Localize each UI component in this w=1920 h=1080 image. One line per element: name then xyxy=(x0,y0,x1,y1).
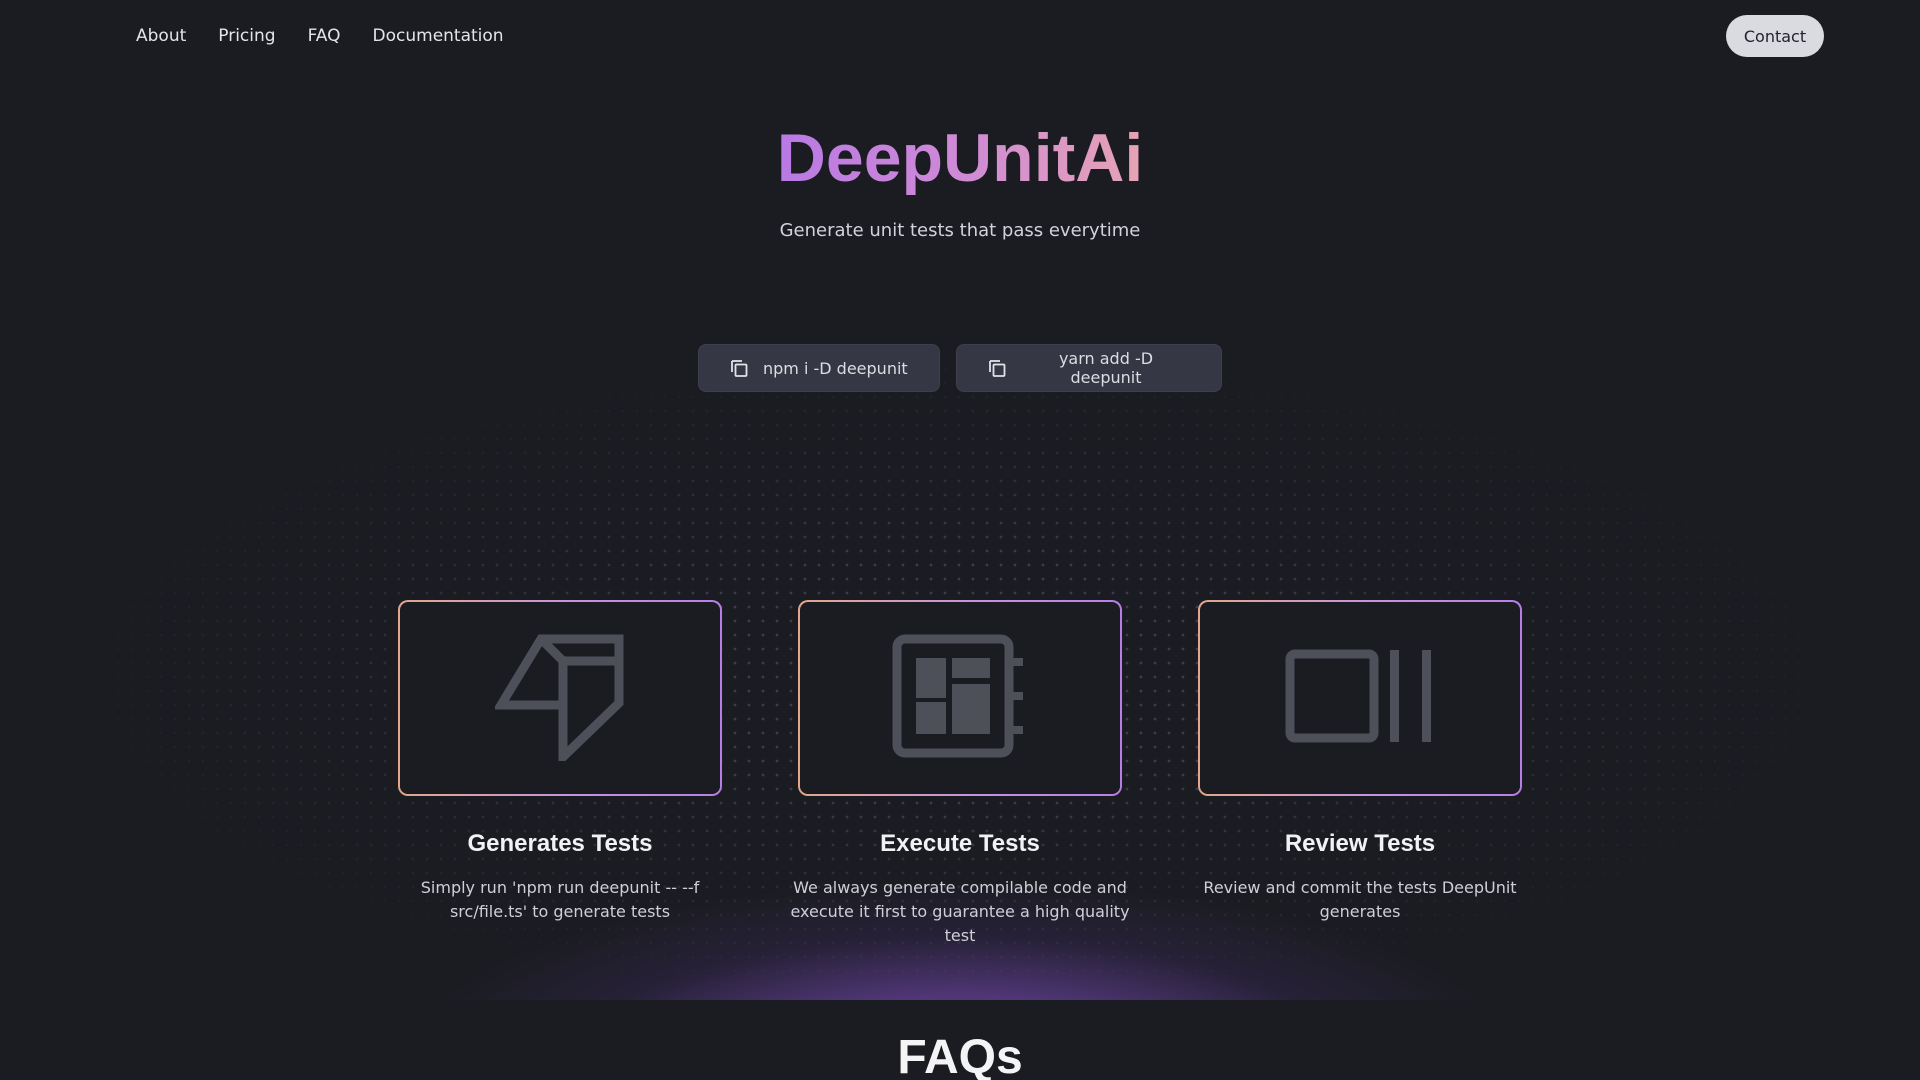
hero-title-text: DeepUnitAi xyxy=(776,120,1144,196)
top-nav: About Pricing FAQ Documentation xyxy=(136,22,504,50)
feature-list: Generates Tests Simply run 'npm run deep… xyxy=(0,600,1920,948)
hero-title: DeepUnitAi xyxy=(0,118,1920,198)
feature-title: Generates Tests xyxy=(467,830,653,857)
nav-link-documentation[interactable]: Documentation xyxy=(373,26,504,46)
npm-command-text: npm i -D deepunit xyxy=(763,358,908,378)
nav-link-about[interactable]: About xyxy=(136,26,186,46)
copy-npm-command-button[interactable]: npm i -D deepunit xyxy=(698,344,940,392)
feature-execute-tests: Execute Tests We always generate compila… xyxy=(790,600,1130,948)
feature-title: Review Tests xyxy=(1284,830,1436,857)
feature-card-body xyxy=(400,602,720,794)
install-commands: npm i -D deepunit yarn add -D deepunit xyxy=(0,344,1920,392)
hero-subtitle: Generate unit tests that pass everytime xyxy=(779,220,1141,241)
feature-card xyxy=(1198,600,1522,796)
arrow-forward-icon xyxy=(493,631,625,768)
contact-button[interactable]: Contact xyxy=(1726,15,1824,57)
faq-heading: FAQs xyxy=(897,1031,1023,1080)
feature-generates-tests: Generates Tests Simply run 'npm run deep… xyxy=(398,600,722,948)
nav-link-faq[interactable]: FAQ xyxy=(308,26,341,46)
feature-card-body xyxy=(1200,602,1520,794)
feature-card xyxy=(798,600,1122,796)
dashboard-panel-icon xyxy=(892,634,1028,762)
review-pause-icon xyxy=(1284,648,1436,748)
feature-review-tests: Review Tests Review and commit the tests… xyxy=(1198,600,1522,948)
feature-description: Simply run 'npm run deepunit -- --f src/… xyxy=(420,878,700,921)
feature-description: Review and commit the tests DeepUnit gen… xyxy=(1203,878,1517,921)
feature-title: Execute Tests xyxy=(880,830,1040,857)
copy-yarn-command-button[interactable]: yarn add -D deepunit xyxy=(956,344,1222,392)
yarn-command-text: yarn add -D deepunit xyxy=(1058,349,1154,387)
landing-page: About Pricing FAQ Documentation Contact … xyxy=(0,0,1920,1080)
copy-icon xyxy=(987,357,1009,379)
feature-card xyxy=(398,600,722,796)
feature-card-body xyxy=(800,602,1120,794)
copy-icon xyxy=(729,357,751,379)
nav-link-pricing[interactable]: Pricing xyxy=(218,26,275,46)
feature-description: We always generate compilable code and e… xyxy=(790,878,1130,945)
